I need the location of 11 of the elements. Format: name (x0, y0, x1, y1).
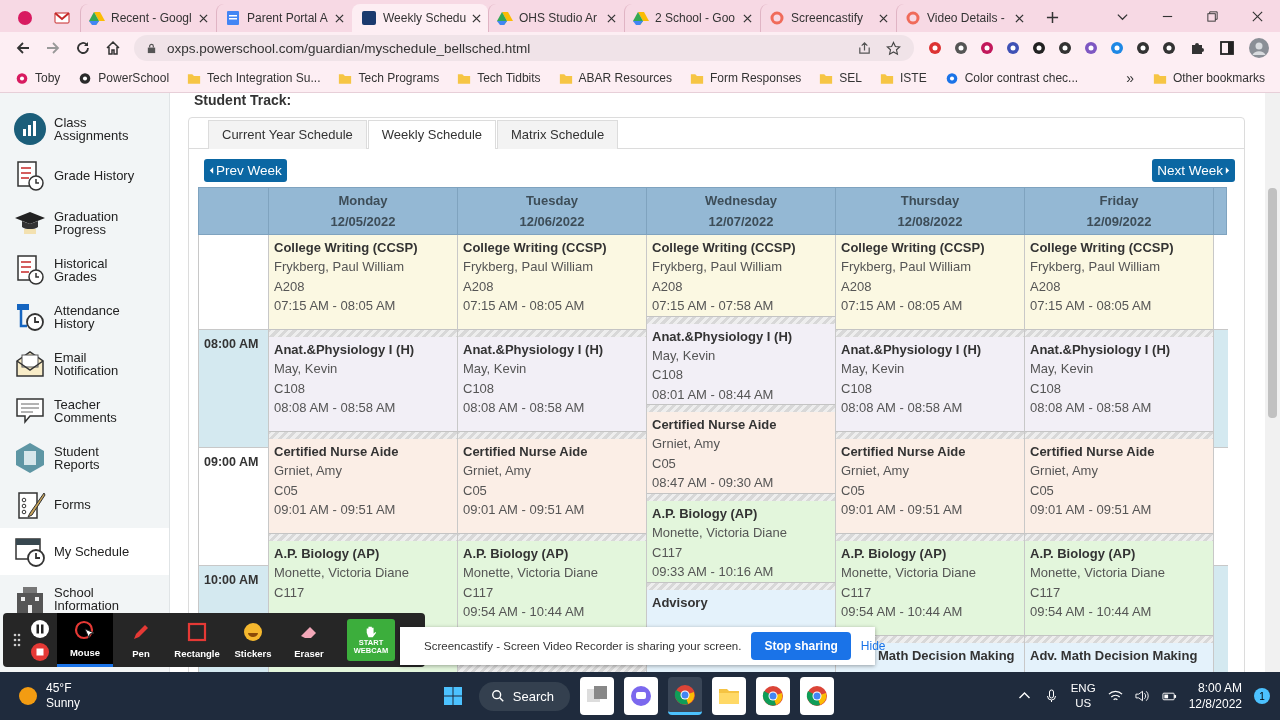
student-track-label: Student Track: (194, 93, 293, 107)
time-label: 10:00 AM (203, 572, 259, 587)
weather-condition: Sunny (46, 696, 81, 711)
temperature: 45°F (46, 681, 73, 696)
day-header: Thursday 12/08/2022 (835, 188, 1024, 234)
day-header: Monday 12/05/2022 (268, 188, 457, 234)
day-header: Wednesday 12/07/2022 (646, 188, 835, 234)
time-label: 08:00 AM (203, 336, 259, 351)
day-header: Tuesday 12/06/2022 (457, 188, 646, 234)
time-label: 09:00 AM (203, 454, 259, 469)
day-header: Friday 12/09/2022 (1024, 188, 1213, 234)
